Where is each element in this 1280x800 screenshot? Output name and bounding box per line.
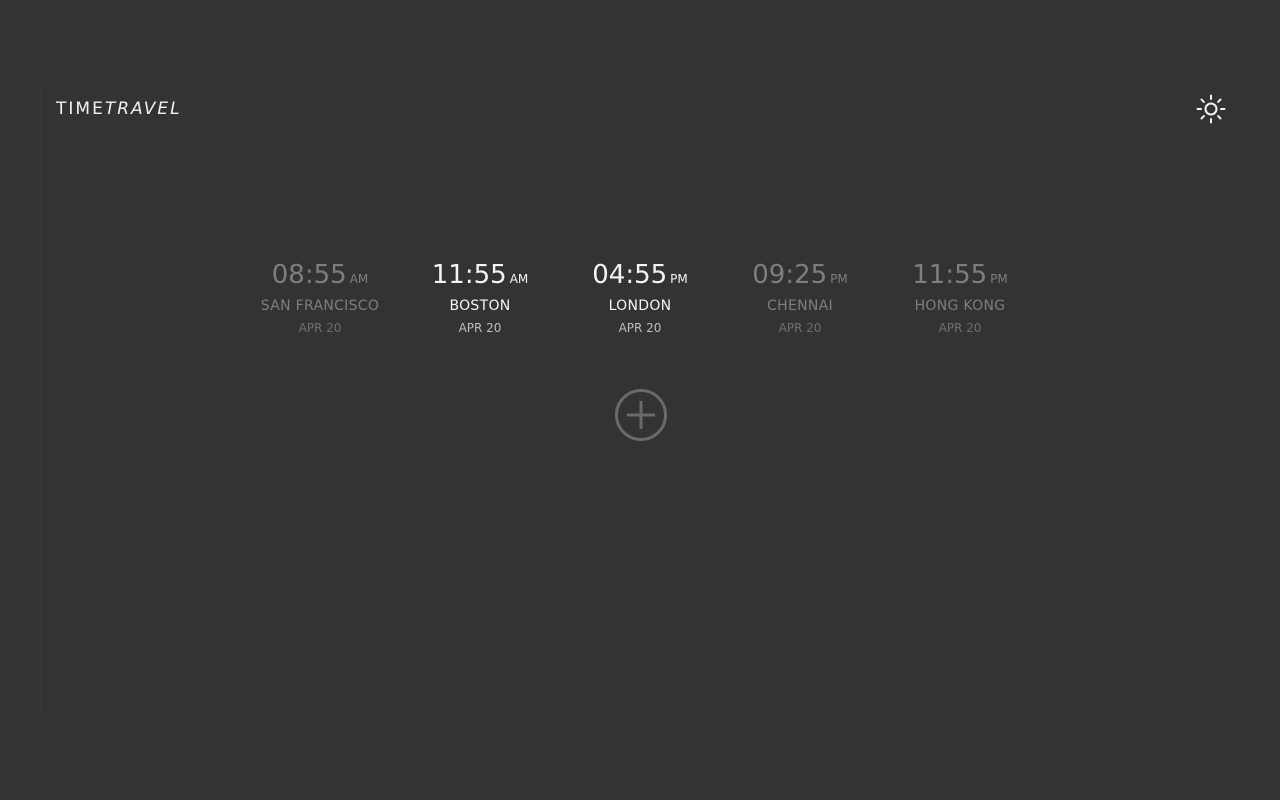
clock-date: APR 20: [778, 321, 822, 335]
clock-list: 08:55 AM SAN FRANCISCO APR 20 11:55 AM BOS…: [240, 256, 1040, 337]
clock-date: APR 20: [938, 321, 982, 335]
clock-city: HONG KONG: [914, 298, 1006, 314]
app-logo: TIMETRAVEL: [56, 98, 182, 120]
clock-date: APR 20: [298, 321, 342, 335]
clock-date: APR 20: [458, 321, 502, 335]
logo-text-time: TIME: [56, 99, 105, 119]
clock-london[interactable]: 04:55 PM LONDON APR 20: [560, 256, 720, 337]
clock-time: 04:55: [592, 260, 668, 290]
clock-boston[interactable]: 11:55 AM BOSTON APR 20: [400, 256, 560, 337]
sun-icon: [1196, 94, 1226, 124]
time-row: 09:25 PM: [720, 256, 880, 294]
left-divider: [40, 85, 41, 715]
theme-toggle-button[interactable]: [1194, 92, 1228, 126]
clock-time: 08:55: [271, 260, 347, 290]
clock-ampm: PM: [830, 272, 848, 286]
app-root: TIMETRAVEL 08:55AM SAN FRANCISCO APR 20: [0, 0, 1280, 800]
clock-city: CHENNAI: [767, 298, 833, 314]
clock-city: LONDON: [608, 298, 672, 314]
add-city-button[interactable]: [614, 389, 668, 443]
clock-ampm: AM: [349, 272, 369, 286]
time-row: 04:55 PM: [560, 256, 720, 294]
clock-san-francisco[interactable]: 08:55 AM SAN FRANCISCO APR 20: [240, 256, 400, 337]
clock-city: BOSTON: [449, 298, 511, 314]
time-row: 11:55 AM: [400, 256, 560, 294]
clock-date: APR 20: [618, 321, 662, 335]
clock-ampm: PM: [670, 272, 688, 286]
logo-text-travel: TRAVEL: [104, 99, 182, 119]
clock-ampm: PM: [990, 272, 1008, 286]
plus-circle-icon: [615, 389, 667, 441]
clock-city: SAN FRANCISCO: [260, 298, 380, 314]
clock-hong-kong[interactable]: 11:55 PM HONG KONG APR 20: [880, 256, 1040, 337]
time-row: 11:55 PM: [880, 256, 1040, 294]
clock-time: 09:25: [752, 260, 828, 290]
clock-chennai[interactable]: 09:25 PM CHENNAI APR 20: [720, 256, 880, 337]
clock-time: 11:55: [431, 260, 507, 290]
clock-ampm: AM: [509, 272, 529, 286]
time-row: 08:55 AM: [240, 256, 400, 294]
clock-time: 11:55: [912, 260, 988, 290]
